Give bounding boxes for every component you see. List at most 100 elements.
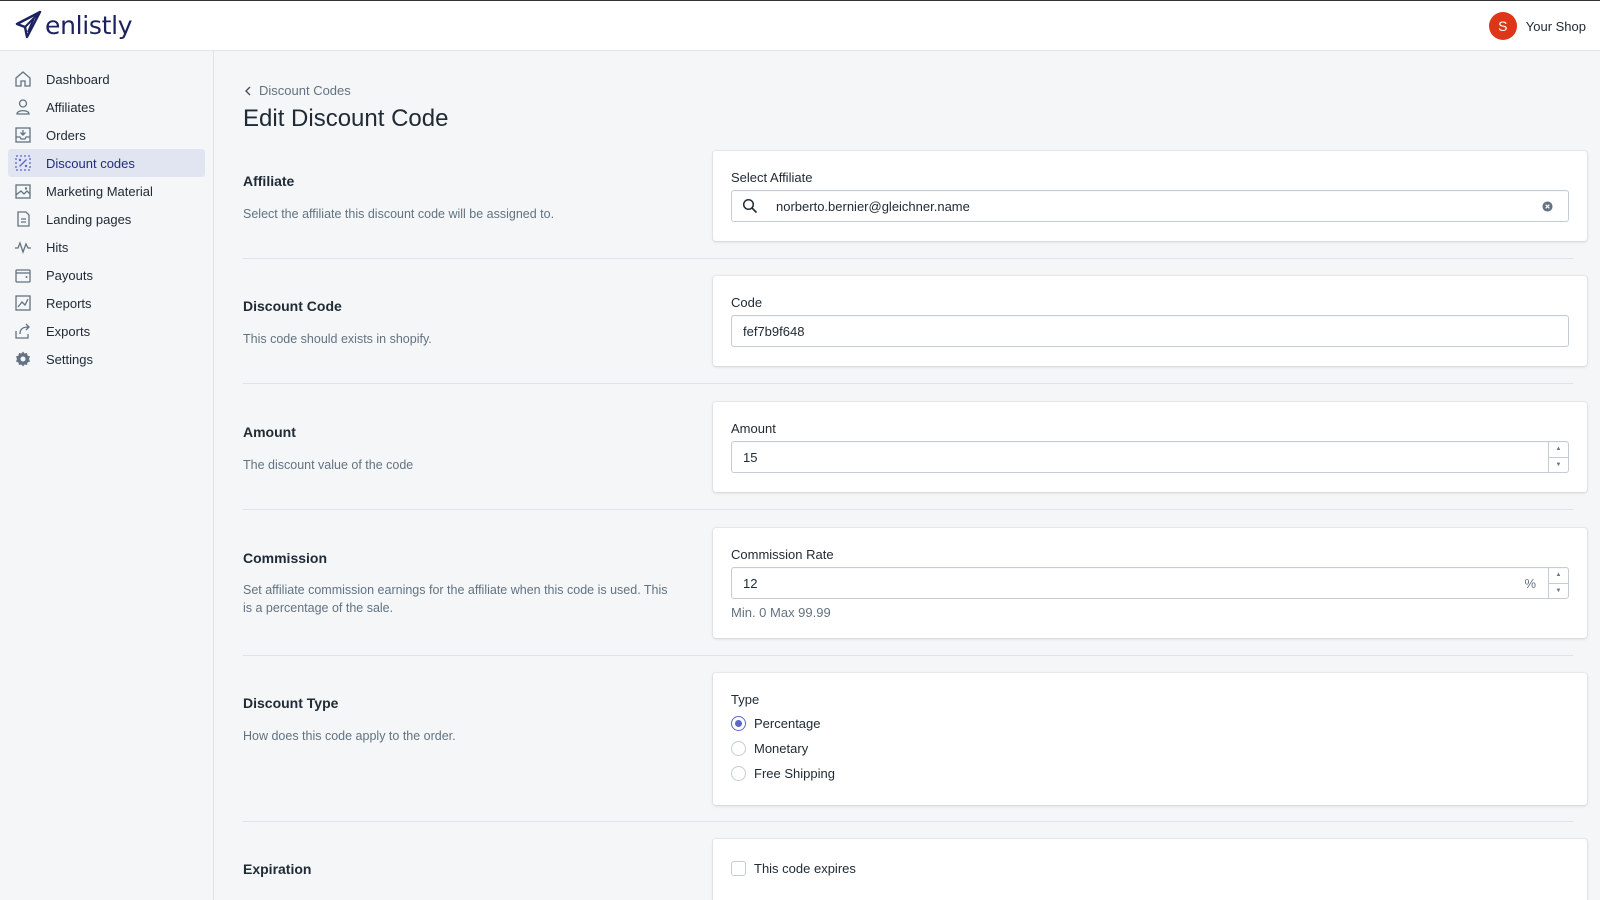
- breadcrumb-link[interactable]: Discount Codes: [259, 83, 351, 98]
- type-card: Type Percentage Monetary Free Shipping: [713, 673, 1587, 805]
- page-icon: [8, 210, 38, 228]
- clear-icon[interactable]: [1542, 201, 1553, 212]
- decrement-icon[interactable]: ▼: [1549, 458, 1568, 473]
- commission-card: Commission Rate 12 % ▲ ▼ Min. 0 Max 99.9…: [713, 528, 1587, 638]
- divider: [243, 821, 1573, 822]
- main-content: Discount Codes Edit Discount Code Affili…: [214, 51, 1600, 900]
- section-description: How does this code apply to the order.: [243, 729, 456, 743]
- sidebar-item-discount-codes[interactable]: Discount codes: [8, 149, 205, 177]
- sidebar-item-label: Settings: [46, 351, 93, 367]
- enlistly-logo-icon: [15, 10, 42, 39]
- brand-logo[interactable]: enlistly: [14, 10, 133, 40]
- section-description: The discount value of the code: [243, 458, 414, 472]
- radio-label: Free Shipping: [754, 766, 835, 781]
- radio-button[interactable]: [731, 766, 746, 781]
- sidebar-item-reports[interactable]: Reports: [8, 289, 205, 317]
- field-label: Type: [731, 692, 760, 707]
- sidebar-item-label: Hits: [46, 239, 69, 255]
- breadcrumb[interactable]: Discount Codes: [243, 83, 351, 98]
- pulse-icon: [8, 238, 38, 256]
- divider: [243, 655, 1573, 656]
- radio-button[interactable]: [731, 741, 746, 756]
- commission-section: Commission Set affiliate commission earn…: [243, 528, 1587, 638]
- radio-button[interactable]: [731, 716, 746, 731]
- field-label: Select Affiliate: [731, 170, 813, 185]
- sidebar-item-hits[interactable]: Hits: [8, 233, 205, 261]
- code-value: fef7b9f648: [743, 323, 805, 339]
- chart-icon: [8, 294, 38, 312]
- amount-stepper[interactable]: ▲ ▼: [1548, 442, 1568, 472]
- divider: [243, 509, 1573, 510]
- sidebar-item-label: Payouts: [46, 267, 93, 283]
- commission-value: 12: [743, 575, 758, 591]
- sidebar-item-label: Discount codes: [46, 155, 135, 171]
- avatar: S: [1488, 12, 1517, 40]
- brand-name: enlistly: [45, 10, 133, 40]
- affiliate-value: norberto.bernier@gleichner.name: [776, 198, 970, 214]
- amount-section: Amount The discount value of the code Am…: [243, 402, 1587, 492]
- discount-icon: [8, 154, 38, 172]
- section-title: Discount Type: [243, 695, 339, 711]
- affiliate-card: Select Affiliate norberto.bernier@gleich…: [713, 151, 1587, 241]
- shop-name: Your Shop: [1525, 18, 1586, 34]
- radio-label: Percentage: [754, 716, 821, 731]
- expiration-card: This code expires: [713, 839, 1587, 900]
- person-icon: [8, 98, 38, 116]
- sidebar-item-affiliates[interactable]: Affiliates: [8, 93, 205, 121]
- chevron-left-icon: [245, 86, 251, 95]
- sidebar: Dashboard Affiliates Orders Discount cod…: [0, 51, 214, 900]
- amount-card: Amount 15 ▲ ▼: [713, 402, 1587, 492]
- radio-label: Monetary: [754, 741, 809, 756]
- gear-icon: [8, 350, 38, 368]
- amount-value: 15: [743, 449, 758, 465]
- code-input[interactable]: fef7b9f648: [731, 315, 1569, 347]
- expiration-section: Expiration This code expires: [243, 839, 1587, 900]
- affiliate-section: Affiliate Select the affiliate this disc…: [243, 151, 1587, 241]
- expires-checkbox-row[interactable]: This code expires: [731, 861, 856, 876]
- sidebar-item-label: Orders: [46, 127, 86, 143]
- radio-free-shipping[interactable]: Free Shipping: [731, 766, 835, 781]
- inbox-icon: [8, 126, 38, 144]
- sidebar-item-settings[interactable]: Settings: [8, 345, 205, 373]
- code-card: Code fef7b9f648: [713, 276, 1587, 366]
- home-icon: [8, 70, 38, 88]
- section-title: Commission: [243, 550, 328, 566]
- sidebar-item-orders[interactable]: Orders: [8, 121, 205, 149]
- page-title: Edit Discount Code: [243, 105, 449, 132]
- section-description: This code should exists in shopify.: [243, 332, 432, 346]
- divider: [243, 258, 1573, 259]
- help-text: Min. 0 Max 99.99: [731, 605, 831, 620]
- discount-code-section: Discount Code This code should exists in…: [243, 276, 1587, 366]
- commission-rate-input[interactable]: 12 % ▲ ▼: [731, 567, 1569, 599]
- commission-stepper[interactable]: ▲ ▼: [1548, 568, 1568, 598]
- section-description: Set affiliate commission earnings for th…: [243, 583, 668, 615]
- sidebar-item-label: Exports: [46, 323, 91, 339]
- section-title: Discount Code: [243, 298, 342, 314]
- sidebar-item-label: Reports: [46, 295, 92, 311]
- percent-suffix: %: [1524, 576, 1536, 591]
- shop-menu[interactable]: S Your Shop: [1488, 12, 1586, 40]
- radio-monetary[interactable]: Monetary: [731, 741, 808, 756]
- export-icon: [8, 322, 38, 340]
- expires-checkbox[interactable]: [731, 861, 746, 876]
- sidebar-item-dashboard[interactable]: Dashboard: [8, 65, 205, 93]
- wallet-icon: [8, 266, 38, 284]
- sidebar-item-landing-pages[interactable]: Landing pages: [8, 205, 205, 233]
- sidebar-item-label: Marketing Material: [46, 183, 153, 199]
- image-icon: [8, 182, 38, 200]
- sidebar-item-label: Affiliates: [46, 99, 95, 115]
- sidebar-item-marketing-material[interactable]: Marketing Material: [8, 177, 205, 205]
- checkbox-label: This code expires: [754, 861, 856, 876]
- amount-input[interactable]: 15 ▲ ▼: [731, 441, 1569, 473]
- section-title: Amount: [243, 424, 296, 440]
- section-description: Select the affiliate this discount code …: [243, 207, 555, 221]
- affiliate-search-input[interactable]: norberto.bernier@gleichner.name: [731, 190, 1569, 222]
- sidebar-item-exports[interactable]: Exports: [8, 317, 205, 345]
- increment-icon[interactable]: ▲: [1549, 442, 1568, 458]
- sidebar-item-payouts[interactable]: Payouts: [8, 261, 205, 289]
- radio-percentage[interactable]: Percentage: [731, 716, 821, 731]
- divider: [243, 383, 1573, 384]
- discount-type-section: Discount Type How does this code apply t…: [243, 673, 1587, 805]
- decrement-icon[interactable]: ▼: [1549, 584, 1568, 599]
- increment-icon[interactable]: ▲: [1549, 568, 1568, 584]
